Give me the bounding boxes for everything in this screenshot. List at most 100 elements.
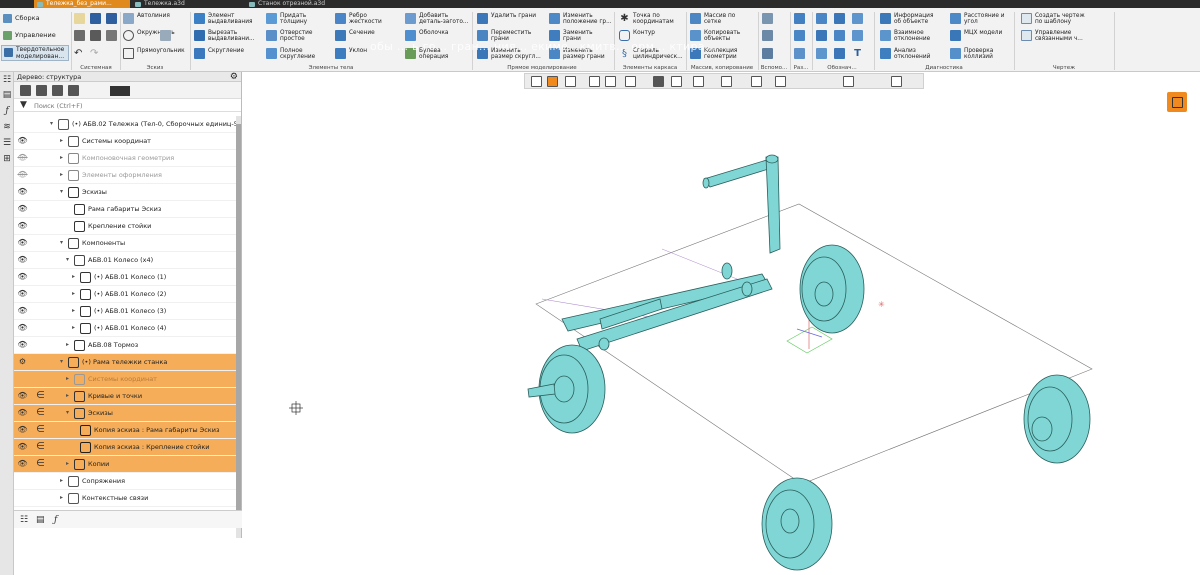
wireframe-icon[interactable] (671, 76, 682, 87)
doc-tab[interactable]: Станок отрезной.a3d (246, 0, 366, 8)
hide-icon[interactable] (693, 76, 704, 87)
gear-icon[interactable]: ⚙ (230, 72, 238, 82)
create-drawing-button[interactable]: Создать чертеж по шаблону (1021, 13, 1085, 27)
scrollbar-thumb[interactable] (236, 124, 241, 524)
magnet-icon[interactable] (891, 76, 902, 87)
properties-icon[interactable]: ▤ (2, 90, 12, 100)
tree-row[interactable]: 👁 ▸ Компоновочная геометрия (14, 150, 236, 167)
doc-tab[interactable]: Тележка.a3d (132, 0, 242, 8)
visibility-eye-icon[interactable]: 👁 (17, 460, 28, 468)
tree-row[interactable]: 👁 ∈ ▾ Эскизы (14, 405, 236, 422)
new-doc-button[interactable] (74, 13, 85, 27)
structure-view-icon[interactable] (20, 85, 31, 96)
delete-faces-button[interactable]: Удалить грани (477, 13, 536, 27)
visibility-eye-icon[interactable]: 👁 (17, 188, 28, 196)
collision-check-button[interactable]: Проверка коллизий (950, 48, 993, 62)
expand-arrow-icon[interactable]: ▸ (72, 325, 78, 331)
expand-arrow-icon[interactable]: ▾ (60, 240, 66, 246)
tree-row[interactable]: 👁 ▸ (•) АБВ.01 Колесо (1) (14, 269, 236, 286)
properties-tab-icon[interactable]: ▤ (36, 515, 46, 525)
expand-arrow-icon[interactable]: ▸ (60, 478, 66, 484)
expand-arrow-icon[interactable]: ▾ (50, 121, 56, 127)
expand-arrow-icon[interactable]: ▸ (72, 291, 78, 297)
mode-assembly[interactable]: Сборка (1, 12, 69, 25)
expand-arrow-icon[interactable]: ▾ (66, 410, 72, 416)
expand-arrow-icon[interactable]: ▸ (60, 155, 66, 161)
layers-icon[interactable]: ≋ (2, 122, 12, 132)
tree-row[interactable]: 👁 ∈ ▸ Копии (14, 456, 236, 473)
component-view-icon[interactable] (52, 85, 63, 96)
visibility-eye-icon[interactable]: 👁 (17, 392, 28, 400)
tree-row[interactable]: ▸ Сопряжения (14, 473, 236, 490)
point-by-coords-button[interactable]: ✱ Точка по координатам (619, 13, 673, 27)
tree-mode-dropdown[interactable] (110, 86, 130, 96)
include-icon[interactable]: ∈ (36, 408, 45, 418)
expand-arrow-icon[interactable]: ▸ (72, 308, 78, 314)
autoline-button[interactable]: Автолиния (123, 13, 170, 27)
model-viewport[interactable]: ✳ (242, 89, 1200, 575)
aux-button-1[interactable] (762, 13, 773, 27)
rectangle-button[interactable]: Прямоугольник (123, 48, 185, 62)
tree-row[interactable]: ▸ Контекстные связи (14, 490, 236, 507)
view-orientation-icon[interactable] (625, 76, 636, 87)
tree-row[interactable]: 👁 ▸ Элементы оформления (14, 167, 236, 184)
pan-icon[interactable] (589, 76, 600, 87)
expand-arrow-icon[interactable]: ▸ (66, 461, 72, 467)
aux-button-2[interactable] (762, 30, 773, 44)
expand-arrow-icon[interactable]: ▸ (60, 138, 66, 144)
annotation-tool-8[interactable] (834, 48, 845, 62)
mass-properties-button[interactable]: МЦХ модели (950, 30, 1002, 44)
perspective-icon[interactable] (751, 76, 762, 87)
tree-row[interactable]: 👁 Рама габариты Эскиз (14, 201, 236, 218)
visibility-eye-icon[interactable]: 👁 (17, 239, 28, 247)
expand-arrow-icon[interactable]: ▾ (60, 189, 66, 195)
visibility-eye-icon[interactable]: 👁 (17, 205, 28, 213)
visibility-eye-icon[interactable]: 👁 (17, 154, 28, 162)
filter-icon[interactable]: ▼ (20, 101, 27, 110)
visibility-eye-icon[interactable]: 👁 (17, 171, 28, 179)
tree-row[interactable]: 👁 ▾ Компоненты (14, 235, 236, 252)
include-icon[interactable]: ∈ (36, 459, 45, 469)
tree-tab-icon[interactable]: ☷ (20, 515, 30, 525)
component-settings-icon[interactable]: ⚙ (17, 358, 28, 366)
section-button[interactable]: Сечение (335, 30, 375, 44)
annotation-tool-2[interactable] (834, 13, 845, 27)
rotate-icon[interactable] (605, 76, 616, 87)
cursor-icon[interactable] (531, 76, 542, 87)
print-button[interactable] (74, 30, 85, 44)
list-icon[interactable]: ☰ (2, 138, 12, 148)
tree-row[interactable]: 👁 ∈ Копия эскиза : Крепление стойки (14, 439, 236, 456)
filter-icon[interactable] (843, 76, 854, 87)
annotation-tool-7[interactable] (816, 48, 827, 62)
visibility-eye-icon[interactable]: 👁 (17, 256, 28, 264)
table-button[interactable] (106, 30, 117, 44)
thicken-button[interactable]: Придать толщину (266, 13, 307, 27)
tree-row[interactable]: 👁 ∈ ▸ Кривые и точки (14, 388, 236, 405)
linked-drawings-button[interactable]: Управление связанными ч... (1021, 30, 1083, 44)
expand-arrow-icon[interactable]: ▾ (66, 257, 72, 263)
tree-row[interactable]: ▸ Системы координат (14, 371, 236, 388)
draft-button[interactable]: Уклон (335, 48, 367, 62)
visibility-eye-icon[interactable]: 👁 (17, 290, 28, 298)
visibility-eye-icon[interactable]: 👁 (17, 307, 28, 315)
expand-arrow-icon[interactable]: ▸ (60, 495, 66, 501)
expand-arrow-icon[interactable]: ▸ (72, 274, 78, 280)
visibility-eye-icon[interactable]: 👁 (17, 222, 28, 230)
tree-row[interactable]: 👁 ▾ Эскизы (14, 184, 236, 201)
tree-icon[interactable]: ☷ (2, 75, 12, 85)
variables-tab-icon[interactable]: ƒ (54, 515, 64, 525)
distance-angle-button[interactable]: Расстояние и угол (950, 13, 1005, 27)
extrude-button[interactable]: Элемент выдавливания (194, 13, 252, 27)
annotation-tool-6[interactable] (852, 30, 863, 44)
doc-tab-active[interactable]: Тележка_без_рами... (34, 0, 130, 8)
full-fillet-button[interactable]: Полное скругление (266, 48, 315, 62)
include-icon[interactable]: ∈ (36, 391, 45, 401)
aux-button-3[interactable] (762, 48, 773, 62)
undo-button[interactable]: ↶ (74, 48, 85, 62)
annotation-tool-5[interactable] (834, 30, 845, 44)
annotation-tool-9[interactable]: T (852, 48, 863, 62)
expand-arrow-icon[interactable]: ▸ (60, 172, 66, 178)
tree-row[interactable]: 👁 ▾ АБВ.01 Колесо (x4) (14, 252, 236, 269)
expand-arrow-icon[interactable]: ▾ (60, 359, 66, 365)
annotation-tool-1[interactable] (816, 13, 827, 27)
